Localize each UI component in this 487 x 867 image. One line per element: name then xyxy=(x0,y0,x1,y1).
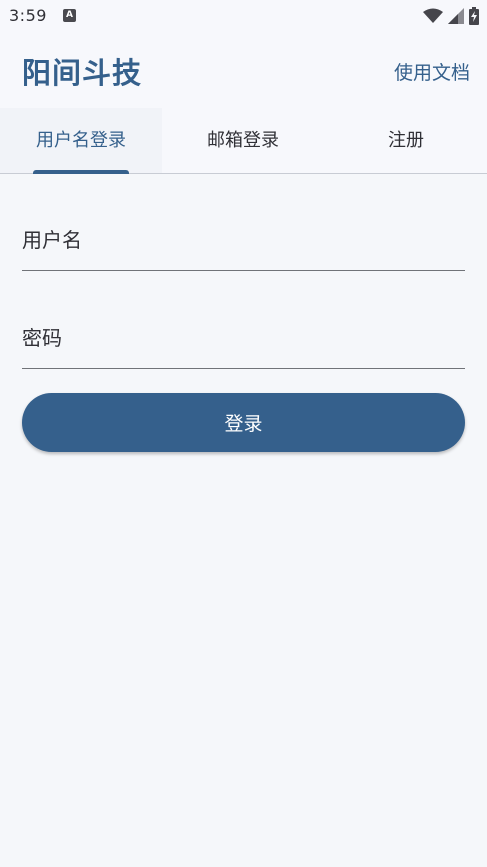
tab-label: 用户名登录 xyxy=(36,130,126,151)
login-tabs: 用户名登录 邮箱登录 注册 xyxy=(0,108,487,174)
tab-label: 邮箱登录 xyxy=(207,130,279,151)
password-input[interactable] xyxy=(22,320,465,356)
password-field xyxy=(22,306,465,369)
wifi-icon xyxy=(423,8,443,23)
signal-icon xyxy=(448,8,464,24)
app-title: 阳间斗技 xyxy=(22,56,143,90)
active-tab-indicator xyxy=(33,170,129,174)
tab-username-login[interactable]: 用户名登录 xyxy=(0,108,162,174)
username-input[interactable] xyxy=(22,222,465,258)
username-field xyxy=(22,208,465,271)
app-header: 阳间斗技 使用文档 xyxy=(0,34,487,108)
status-icons xyxy=(423,6,479,26)
tab-register[interactable]: 注册 xyxy=(325,108,487,173)
docs-link[interactable]: 使用文档 xyxy=(394,58,470,85)
battery-charging-icon xyxy=(469,7,479,25)
tab-label: 注册 xyxy=(388,130,424,151)
status-time: 3:59 xyxy=(9,6,47,25)
login-button[interactable]: 登录 xyxy=(22,393,465,452)
status-bar: 3:59 A xyxy=(0,0,487,34)
a-icon: A xyxy=(63,9,76,22)
tab-email-login[interactable]: 邮箱登录 xyxy=(162,108,324,173)
